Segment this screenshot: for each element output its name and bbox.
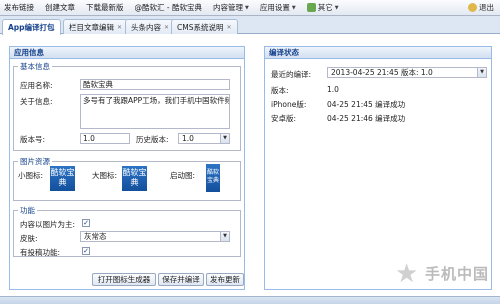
menu-publish-link[interactable]: 发布链接 bbox=[4, 2, 34, 13]
menu-app-selector[interactable]: @酷软汇 - 酷软宝典 bbox=[135, 2, 202, 13]
tab-app-compile[interactable]: App编译打包 bbox=[2, 19, 61, 35]
small-icon-image[interactable]: 酷软宝典 bbox=[50, 166, 75, 191]
menu-download-latest[interactable]: 下载最新版 bbox=[86, 2, 124, 13]
chevron-down-icon: ▼ bbox=[220, 134, 229, 143]
big-icon-image[interactable]: 酷软宝典 bbox=[122, 166, 147, 191]
tab-label: App编译打包 bbox=[8, 23, 55, 32]
menu-label: 应用设置 bbox=[259, 3, 290, 12]
image-resources-legend: 图片资源 bbox=[20, 157, 50, 166]
menu-label: 内容管理 bbox=[212, 3, 243, 12]
publish-update-button[interactable]: 发布更新 bbox=[206, 273, 244, 286]
menu-label: 下载最新版 bbox=[86, 3, 124, 12]
iphone-build-status: 04-25 21:45 编译成功 bbox=[327, 100, 406, 109]
latest-compile-label: 最近的编译: bbox=[271, 70, 312, 79]
small-icon-label: 小图标: bbox=[18, 171, 44, 180]
about-textarea[interactable]: 多号有了我跟APP工场，我们手机中国软件频道资讯客户端可以分分钟就完成，非常不错… bbox=[80, 94, 230, 129]
compile-version-label: 版本: bbox=[271, 86, 289, 95]
tab-column-article-edit[interactable]: 栏目文章编辑 ✕ bbox=[63, 19, 129, 34]
image-main-label: 内容以图片为主: bbox=[20, 220, 76, 229]
tab-label: CMS系统说明 bbox=[177, 22, 224, 32]
big-icon-label: 大图标: bbox=[92, 171, 118, 180]
app-info-title: 应用信息 bbox=[10, 47, 244, 59]
version-input[interactable]: 1.0 bbox=[80, 133, 130, 144]
exit-button[interactable]: 退出 bbox=[468, 2, 494, 13]
close-icon[interactable]: ✕ bbox=[164, 24, 169, 31]
app-name-label: 应用名称: bbox=[20, 81, 53, 90]
history-version-value: 1.0 bbox=[182, 134, 194, 143]
menu-label: 其它 bbox=[317, 3, 333, 12]
chevron-down-icon: ▼ bbox=[220, 232, 229, 241]
save-compile-button[interactable]: 保存并编译 bbox=[158, 273, 204, 286]
chevron-down-icon: ▼ bbox=[334, 4, 339, 11]
watermark-text: 手机中国 bbox=[425, 265, 490, 283]
exit-icon bbox=[468, 3, 477, 12]
chevron-down-icon: ▼ bbox=[244, 4, 249, 11]
splash-label: 启动图: bbox=[170, 171, 196, 180]
version-label: 版本号: bbox=[20, 135, 46, 144]
icon-text: 酷软宝典 bbox=[50, 168, 75, 187]
tab-label: 头条内容 bbox=[131, 22, 161, 32]
menu-content-management[interactable]: 内容管理 ▼ bbox=[213, 2, 249, 13]
basic-info-legend: 基本信息 bbox=[20, 62, 50, 71]
latest-compile-value: 2013-04-25 21:45 版本: 1.0 bbox=[331, 68, 433, 77]
history-version-label: 历史版本: bbox=[136, 135, 169, 144]
android-build-status: 04-25 21:46 编译成功 bbox=[327, 114, 406, 123]
menu-label: @酷软汇 - 酷软宝典 bbox=[134, 3, 202, 12]
chevron-down-icon: ▼ bbox=[477, 68, 486, 77]
submission-label: 有投稿功能: bbox=[20, 248, 61, 257]
compile-status-panel: 编译状态 最近的编译: 2013-04-25 21:45 版本: 1.0 ▼ 版… bbox=[264, 46, 492, 290]
exit-label: 退出 bbox=[479, 3, 494, 12]
iphone-build-label: iPhone版: bbox=[271, 100, 307, 109]
top-menubar: 发布链接 创建文章 下载最新版 @酷软汇 - 酷软宝典 内容管理 ▼ 应用设置 ▼ … bbox=[0, 0, 500, 16]
menu-label: 创建文章 bbox=[45, 3, 75, 12]
close-icon[interactable]: ✕ bbox=[226, 24, 231, 31]
compile-status-title: 编译状态 bbox=[265, 47, 491, 59]
tab-headline-content[interactable]: 头条内容 ✕ bbox=[125, 19, 176, 34]
watermark-logo: ★ 手机中国 bbox=[395, 255, 495, 291]
bottom-status-bar bbox=[0, 296, 500, 304]
skin-label: 皮肤: bbox=[20, 234, 38, 243]
icon-generator-button[interactable]: 打开图标生成器 bbox=[92, 273, 156, 286]
star-icon: ★ bbox=[395, 259, 419, 289]
menu-other[interactable]: 其它 ▼ bbox=[306, 2, 339, 13]
image-main-checkbox[interactable]: ✓ bbox=[82, 219, 90, 227]
icon-text: 酷软宝典 bbox=[206, 169, 219, 184]
splash-image[interactable]: 酷软宝典 bbox=[206, 164, 220, 192]
android-build-label: 安卓版: bbox=[271, 114, 297, 123]
icon-text: 酷软宝典 bbox=[122, 168, 147, 187]
menu-label: 发布链接 bbox=[4, 3, 34, 12]
history-version-select[interactable]: 1.0 ▼ bbox=[178, 133, 230, 144]
menu-create-article[interactable]: 创建文章 bbox=[45, 2, 75, 13]
menu-app-settings[interactable]: 应用设置 ▼ bbox=[260, 2, 296, 13]
app-name-input[interactable]: 酷软宝典 bbox=[80, 79, 230, 90]
skin-value: 灰常态 bbox=[84, 232, 107, 241]
compile-version-value: 1.0 bbox=[327, 85, 339, 94]
latest-compile-select[interactable]: 2013-04-25 21:45 版本: 1.0 ▼ bbox=[327, 67, 487, 78]
skin-select[interactable]: 灰常态 ▼ bbox=[80, 231, 230, 242]
chevron-down-icon: ▼ bbox=[291, 4, 296, 11]
tab-bar: App编译打包 栏目文章编辑 ✕ 头条内容 ✕ CMS系统说明 ✕ bbox=[0, 16, 500, 35]
tab-label: 栏目文章编辑 bbox=[69, 22, 114, 32]
submission-checkbox[interactable]: ✓ bbox=[82, 247, 90, 255]
close-icon[interactable]: ✕ bbox=[117, 24, 122, 31]
features-legend: 功能 bbox=[20, 206, 35, 215]
app-info-panel: 应用信息 基本信息 应用名称: 酷软宝典 关于信息: 多号有了我跟APP工场，我… bbox=[9, 46, 245, 290]
tab-cms-docs[interactable]: CMS系统说明 ✕ bbox=[171, 19, 238, 34]
about-label: 关于信息: bbox=[20, 97, 53, 106]
tag-icon bbox=[306, 3, 316, 12]
